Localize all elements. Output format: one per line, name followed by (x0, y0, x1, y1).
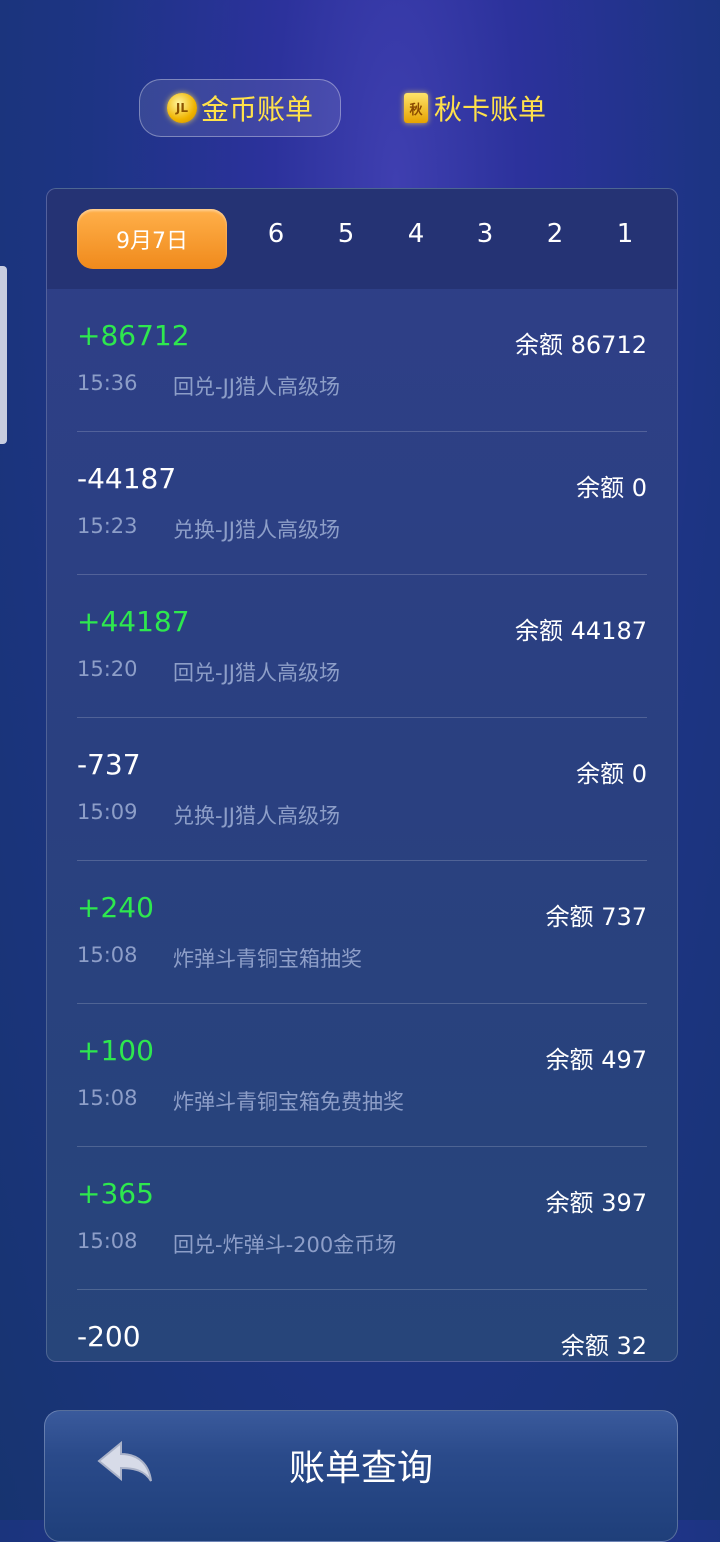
transaction-balance: 余额 44187 (515, 617, 647, 645)
transaction-row: +100 余额 497 15:08 炸弹斗青铜宝箱免费抽奖 (77, 1004, 647, 1147)
transaction-amount: -737 (77, 748, 141, 781)
transaction-time: 15:23 (77, 514, 138, 538)
transaction-amount: +86712 (77, 319, 190, 352)
tab-card-bill[interactable]: 秋 秋卡账单 (404, 79, 579, 137)
transaction-amount: +100 (77, 1034, 154, 1067)
page-title: 账单查询 (288, 1448, 433, 1489)
transaction-time: 15:08 (77, 943, 138, 967)
transaction-desc: 回兑-JJ猎人高级场 (173, 661, 340, 685)
transaction-time: 15:09 (77, 800, 138, 824)
transaction-row: -44187 余额 0 15:23 兑换-JJ猎人高级场 (77, 432, 647, 575)
transaction-row: -737 余额 0 15:09 兑换-JJ猎人高级场 (77, 718, 647, 861)
date-day-button[interactable]: 3 (465, 219, 505, 249)
transaction-row: +240 余额 737 15:08 炸弹斗青铜宝箱抽奖 (77, 861, 647, 1004)
transaction-balance: 余额 397 (545, 1189, 647, 1217)
date-selected-button[interactable]: 9月7日 (77, 209, 227, 269)
transaction-desc: 兑换-JJ猎人高级场 (173, 804, 340, 828)
transaction-amount: +365 (77, 1177, 154, 1210)
bill-panel: 9月7日 6 5 4 3 2 1 +86712 余额 86712 15:36 回… (46, 188, 678, 1362)
date-day-button[interactable]: 4 (396, 219, 436, 249)
date-selector: 9月7日 6 5 4 3 2 1 (47, 189, 677, 289)
date-day-button[interactable]: 6 (256, 219, 296, 249)
transaction-balance: 余额 737 (545, 903, 647, 931)
date-day-button[interactable]: 5 (326, 219, 366, 249)
transaction-amount: +44187 (77, 605, 190, 638)
transaction-desc: 兑换-JJ猎人高级场 (173, 518, 340, 542)
transaction-balance: 余额 32 (560, 1332, 647, 1360)
transaction-time: 15:08 (77, 1086, 138, 1110)
bill-type-tabs: JL 金币账单 秋 秋卡账单 (139, 79, 579, 139)
bottom-bar: 账单查询 (44, 1410, 678, 1542)
transaction-balance: 余额 86712 (515, 331, 647, 359)
transaction-balance: 余额 0 (576, 760, 647, 788)
tab-card-bill-label: 秋卡账单 (434, 93, 547, 126)
tab-coin-bill-label: 金币账单 (200, 93, 313, 126)
side-drawer-handle[interactable] (0, 266, 7, 444)
transaction-desc: 回兑-JJ猎人高级场 (173, 375, 340, 399)
transaction-balance: 余额 497 (545, 1046, 647, 1074)
transaction-desc: 炸弹斗青铜宝箱免费抽奖 (173, 1090, 404, 1114)
transaction-row: +86712 余额 86712 15:36 回兑-JJ猎人高级场 (77, 289, 647, 432)
transaction-balance: 余额 0 (576, 474, 647, 502)
transaction-time: 15:08 (77, 1229, 138, 1253)
transaction-row: +365 余额 397 15:08 回兑-炸弹斗-200金币场 (77, 1147, 647, 1290)
transaction-amount: +240 (77, 891, 154, 924)
date-day-button[interactable]: 2 (535, 219, 575, 249)
transaction-time: 15:20 (77, 657, 138, 681)
transaction-list[interactable]: +86712 余额 86712 15:36 回兑-JJ猎人高级场 -44187 … (77, 289, 647, 1361)
date-day-button[interactable]: 1 (605, 219, 645, 249)
coin-icon: JL (166, 93, 197, 123)
transaction-amount: -44187 (77, 462, 177, 495)
transaction-row: +44187 余额 44187 15:20 回兑-JJ猎人高级场 (77, 575, 647, 718)
tab-coin-bill[interactable]: JL 金币账单 (139, 79, 341, 137)
card-icon: 秋 (404, 93, 428, 123)
transaction-desc: 回兑-炸弹斗-200金币场 (173, 1233, 397, 1257)
transaction-row: -200 余额 32 (77, 1290, 647, 1361)
transaction-desc: 炸弹斗青铜宝箱抽奖 (173, 947, 362, 971)
transaction-time: 15:36 (77, 371, 138, 395)
transaction-amount: -200 (77, 1320, 141, 1353)
